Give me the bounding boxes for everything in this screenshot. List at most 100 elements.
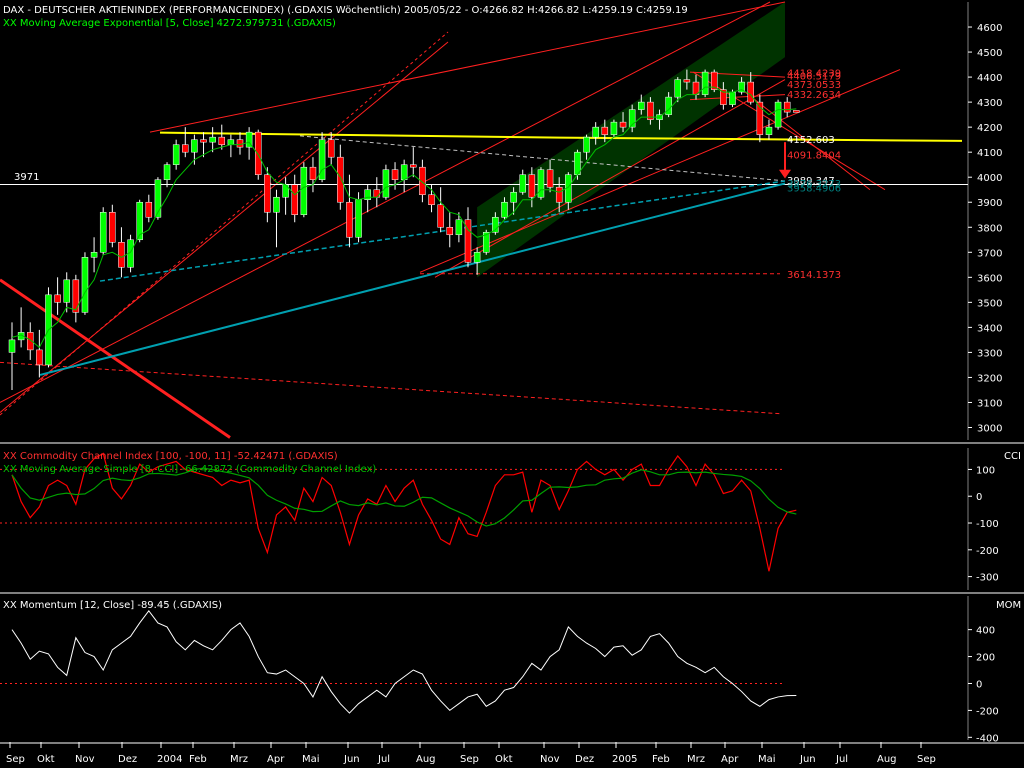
x-tick-label: Okt [37, 754, 55, 765]
candle[interactable] [774, 101, 782, 128]
candle[interactable] [346, 201, 353, 238]
candle[interactable] [446, 227, 454, 236]
ema-legend: XX Moving Average Exponential [5, Close]… [3, 18, 336, 29]
price-tick-label: 3000 [977, 423, 1002, 434]
candle[interactable] [510, 191, 517, 203]
candle[interactable] [528, 174, 536, 198]
candle[interactable] [729, 91, 736, 105]
candle[interactable] [410, 164, 417, 168]
candle[interactable] [783, 101, 791, 113]
candle[interactable] [118, 242, 125, 268]
candle[interactable] [63, 279, 70, 303]
price-tick-label: 3600 [977, 273, 1002, 284]
candle[interactable] [747, 81, 754, 103]
candle[interactable] [546, 169, 554, 188]
candle[interactable] [264, 174, 271, 213]
candle[interactable] [172, 144, 180, 165]
candle[interactable] [227, 139, 235, 145]
cci-tick-label: -300 [976, 573, 999, 584]
candle[interactable] [382, 169, 390, 198]
candle[interactable] [373, 189, 381, 198]
candle[interactable] [683, 79, 691, 83]
candle[interactable] [437, 204, 444, 228]
candle[interactable] [309, 166, 317, 180]
candle[interactable] [638, 101, 645, 110]
candle[interactable] [327, 139, 335, 158]
candle[interactable] [583, 136, 590, 153]
candle[interactable] [54, 294, 61, 303]
x-tick-label: Feb [652, 754, 670, 765]
candle[interactable] [191, 139, 198, 153]
price-tick-label: 3200 [977, 373, 1002, 384]
candle[interactable] [200, 139, 207, 143]
candle[interactable] [674, 79, 682, 98]
x-tick-label: Nov [540, 754, 560, 765]
candle[interactable] [619, 121, 627, 128]
candle[interactable] [473, 252, 481, 263]
candle[interactable] [355, 199, 362, 238]
level-label: 4091.8404 [787, 150, 841, 161]
candle[interactable] [555, 186, 563, 203]
candle[interactable] [519, 174, 526, 193]
x-tick-label: Mrz [230, 754, 248, 765]
candle[interactable] [793, 110, 800, 113]
candle[interactable] [455, 219, 463, 236]
candle[interactable] [601, 126, 609, 135]
candle[interactable] [36, 349, 43, 366]
x-tick-label: Dez [118, 754, 137, 765]
chart-canvas[interactable]: 3000 3100 3200 3300 3400 3500 3600 3700 3800 3900… [0, 0, 1024, 768]
candle[interactable] [291, 184, 298, 215]
candle[interactable] [610, 121, 618, 135]
candle[interactable] [592, 126, 599, 138]
candle[interactable] [537, 169, 545, 198]
candle[interactable] [145, 201, 153, 218]
candle[interactable] [300, 166, 308, 215]
red-dashed-fan [0, 31, 449, 416]
x-tick-label: Apr [721, 754, 739, 765]
candle[interactable] [501, 201, 508, 218]
candle[interactable] [182, 144, 189, 153]
candle[interactable] [209, 136, 216, 143]
x-tick-label: Sep [917, 754, 936, 765]
candle[interactable] [391, 169, 399, 180]
yellow-resistance-line [159, 131, 963, 142]
candle[interactable] [273, 196, 280, 213]
level-label: 3614.1373 [787, 270, 841, 281]
x-tick-label: 2005 [612, 754, 637, 765]
level-label: 4332.2634 [787, 90, 841, 101]
level-label: 4152.603 [787, 135, 835, 146]
candle[interactable] [8, 339, 16, 353]
candle[interactable] [428, 194, 435, 205]
candle[interactable] [90, 252, 98, 258]
candle[interactable] [337, 156, 344, 203]
candle[interactable] [218, 136, 226, 145]
price-tick-label: 4100 [977, 148, 1002, 159]
candle[interactable] [400, 164, 408, 180]
price-tick-label: 4200 [977, 123, 1002, 134]
momentum-axis-title: MOM [996, 600, 1021, 611]
candle[interactable] [99, 211, 107, 253]
candle[interactable] [765, 126, 773, 135]
cci-ma-legend: XX Moving Average Simple [8, CCI] -66.42… [3, 464, 376, 475]
momentum-tick-label: 0 [976, 679, 982, 690]
chart-title: DAX - DEUTSCHER AKTIENINDEX (PERFORMANCE… [3, 5, 688, 16]
candle[interactable] [254, 131, 262, 175]
price-tick-label: 3900 [977, 198, 1002, 209]
price-tick-label: 3800 [977, 223, 1002, 234]
candle[interactable] [72, 279, 80, 313]
price-tick-label: 4500 [977, 48, 1002, 59]
red-dashed-lower [0, 361, 781, 415]
candle[interactable] [163, 164, 171, 180]
cci-tick-label: 100 [976, 465, 995, 476]
chart-window: 3000 3100 3200 3300 3400 3500 3600 3700 3800 3900… [0, 0, 1024, 768]
x-tick-label: 2004 [157, 754, 182, 765]
price-tick-label: 4600 [977, 23, 1002, 34]
x-tick-label: Mai [302, 754, 320, 765]
candle[interactable] [665, 96, 672, 115]
x-tick-label: Okt [495, 754, 513, 765]
candle[interactable] [236, 139, 244, 148]
candle[interactable] [109, 211, 116, 243]
candle[interactable] [701, 71, 709, 95]
x-tick-label: Nov [75, 754, 95, 765]
candle[interactable] [81, 257, 89, 313]
